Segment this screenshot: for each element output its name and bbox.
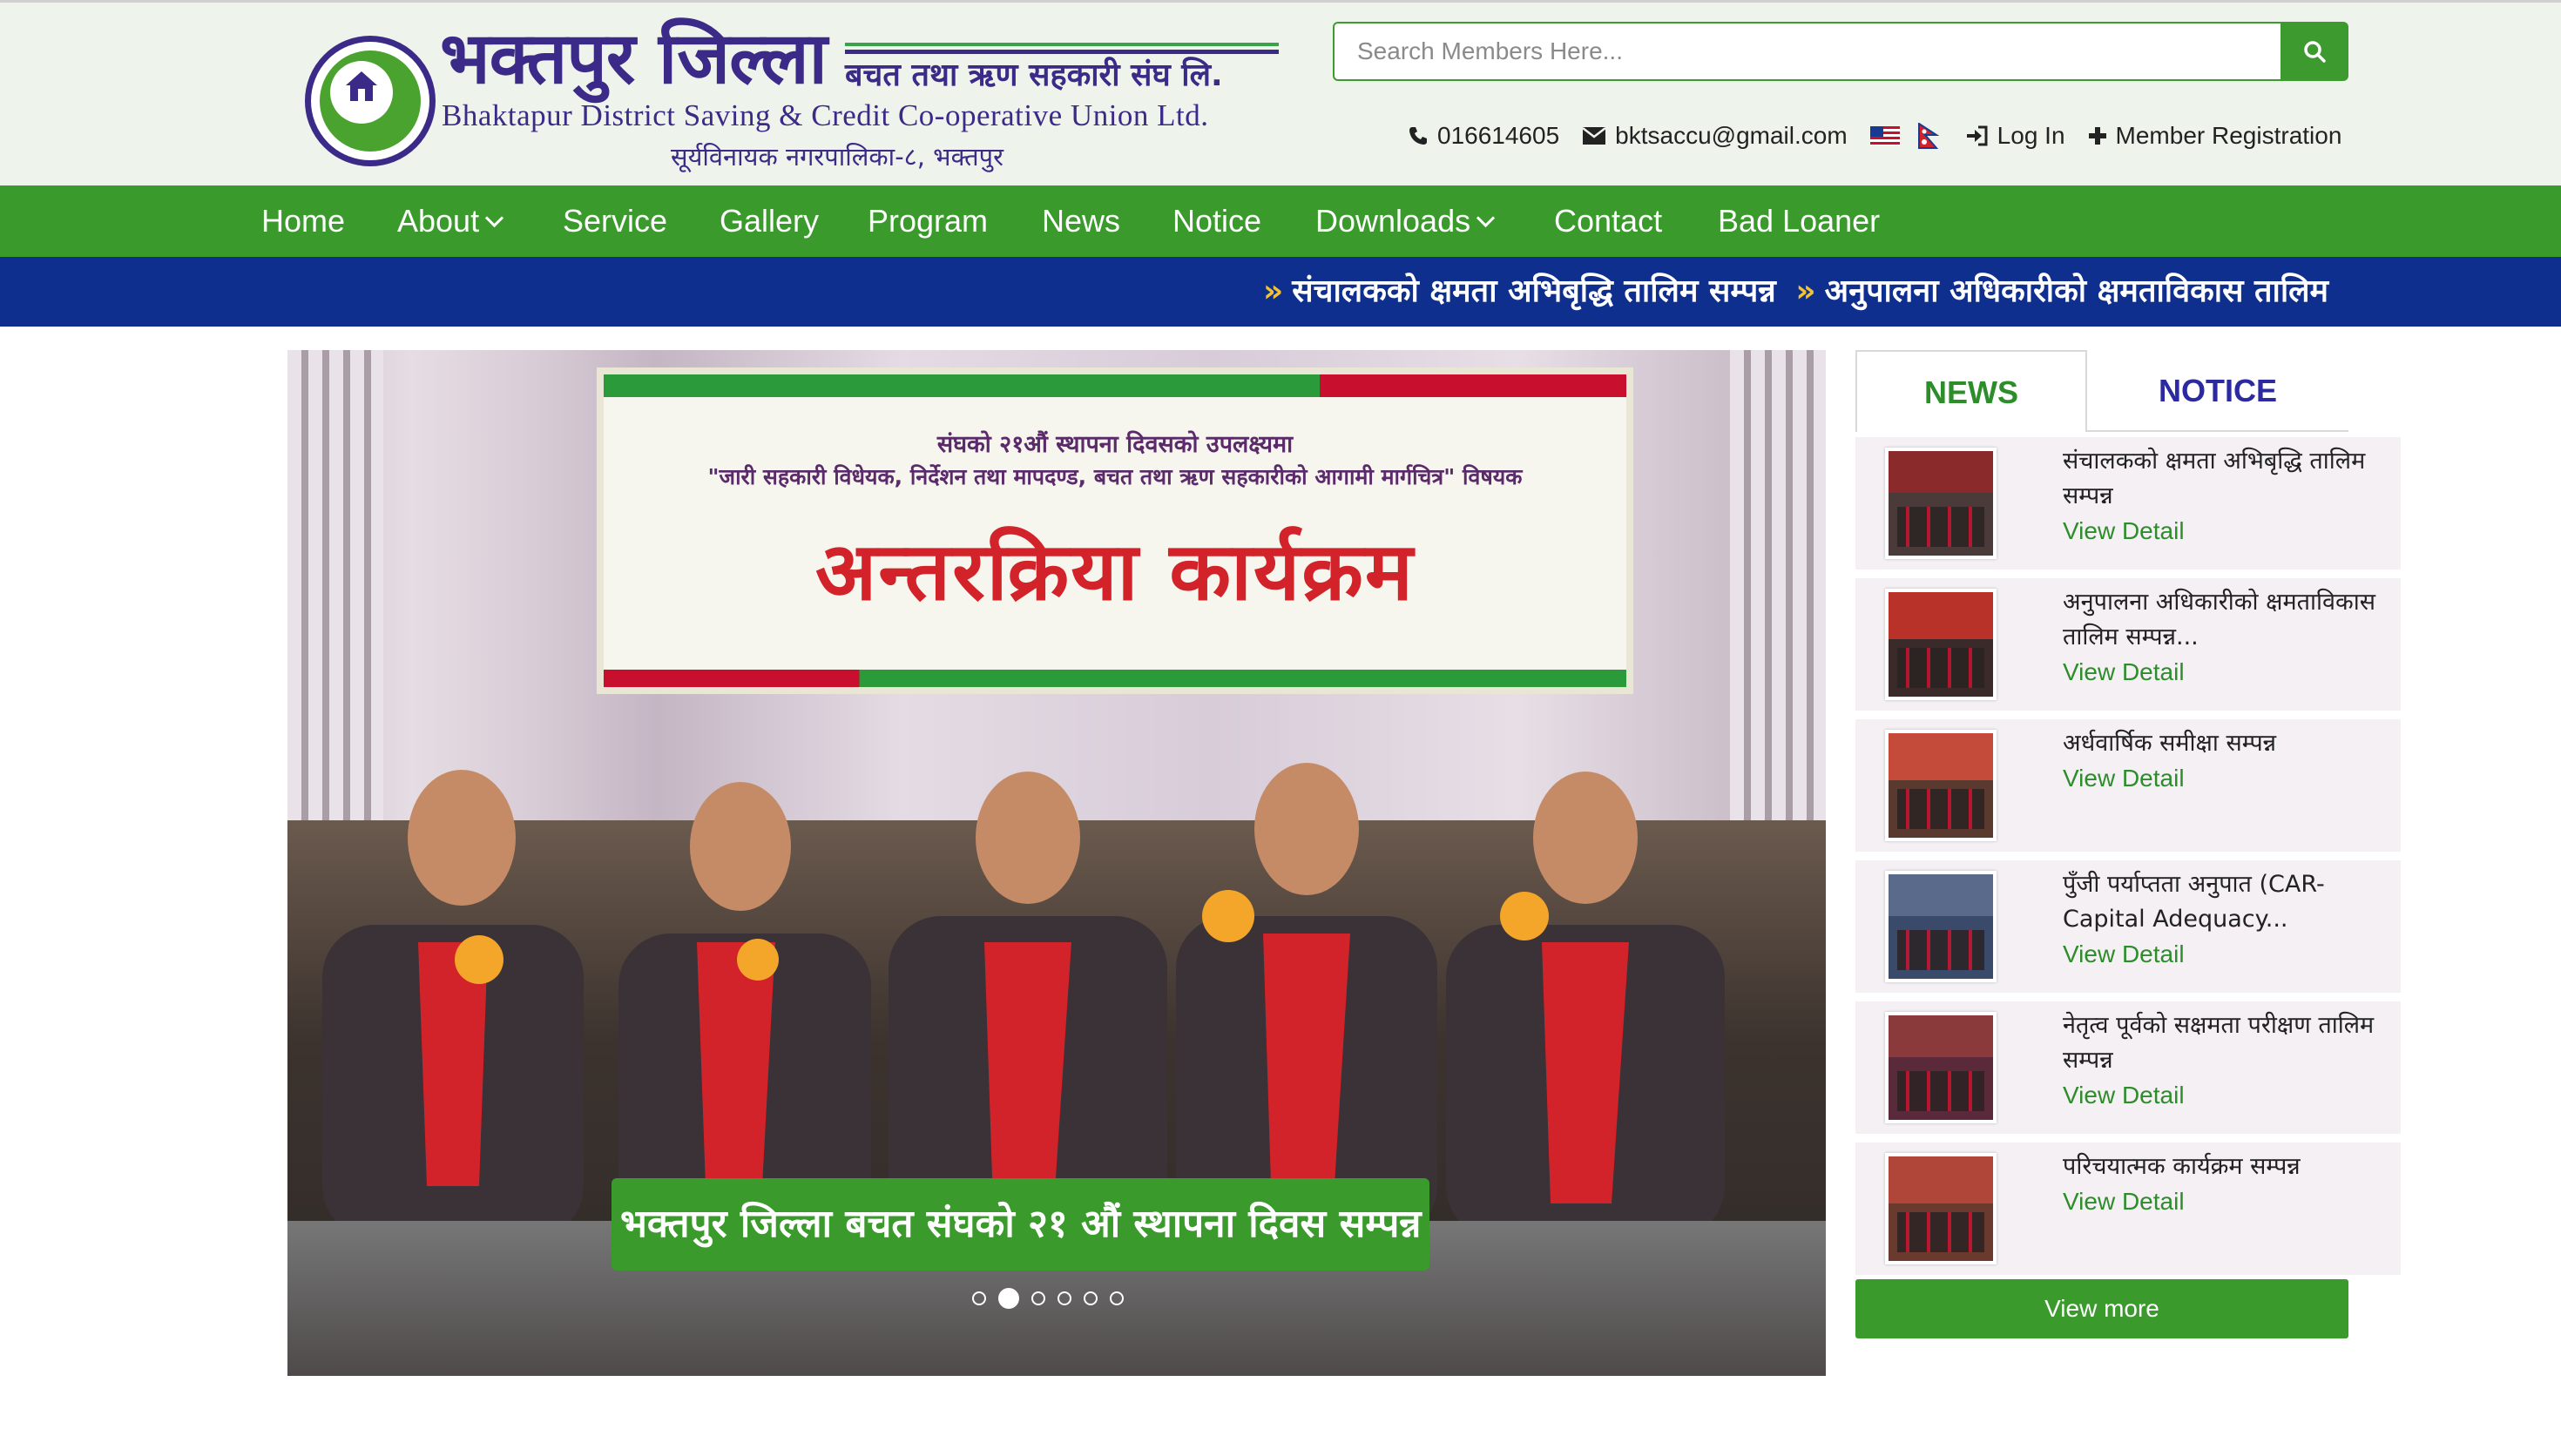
brand-name-english: Bhaktapur District Saving & Credit Co-op… [442,98,1209,132]
image-slider[interactable]: संघको २१औं स्थापना दिवसको उपलक्ष्यमा "जा… [287,350,1826,1376]
email-address: bktsaccu@gmail.com [1615,122,1848,149]
chevron-down-icon [1476,208,1496,228]
double-chevron-icon: » [1795,273,1816,309]
search-button[interactable] [2281,22,2348,81]
english-flag-icon[interactable] [1869,126,1900,145]
news-item: संचालकको क्षमता अभिबृद्धि तालिम सम्पन्न … [1855,437,2401,570]
slider-dot[interactable] [972,1291,986,1305]
view-detail-link[interactable]: View Detail [2063,1188,2185,1216]
nav-home[interactable]: Home [261,185,345,257]
phone-icon [1409,127,1427,145]
slider-dot[interactable] [1058,1291,1071,1305]
main-navigation: Home About Service Gallery Program News … [0,185,2561,257]
news-thumbnail[interactable] [1885,1012,1997,1123]
news-thumbnail[interactable] [1885,448,1997,559]
view-detail-link[interactable]: View Detail [2063,765,2185,792]
site-header: भक्तपुर जिल्ला बचत तथा ऋण सहकारी संघ लि.… [0,3,2561,185]
view-detail-link[interactable]: View Detail [2063,1082,2185,1109]
slider-dot-active[interactable] [998,1288,1019,1309]
view-detail-link[interactable]: View Detail [2063,517,2185,545]
nav-service[interactable]: Service [563,185,667,257]
news-title[interactable]: नेतृत्व पूर्वको सक्षमता परीक्षण तालिम सम… [2063,1008,2394,1078]
member-registration-link[interactable]: Member Registration [2088,122,2342,150]
tab-notice[interactable]: NOTICE [2087,350,2348,432]
brand-name-nepali: भक्तपुर जिल्ला [440,17,828,100]
nav-downloads[interactable]: Downloads [1315,185,1496,257]
nav-program[interactable]: Program [868,185,988,257]
ticker-content: » संचालकको क्षमता अभिबृद्धि तालिम सम्पन्न… [1254,257,2328,327]
news-item: अनुपालना अधिकारीको क्षमताविकास तालिम सम्… [1855,578,2401,711]
nav-bad-loaner[interactable]: Bad Loaner [1718,185,1880,257]
news-list: संचालकको क्षमता अभिबृद्धि तालिम सम्पन्न … [1855,437,2401,1284]
nav-contact[interactable]: Contact [1554,185,1662,257]
view-more-button[interactable]: View more [1855,1279,2348,1338]
envelope-icon [1582,127,1606,145]
contact-bar: 016614605 bktsaccu@gmail.com Log In Memb… [1408,114,2341,158]
nepali-flag-icon[interactable] [1917,123,1940,149]
nav-notice[interactable]: Notice [1172,185,1261,257]
phone-contact[interactable]: 016614605 [1408,122,1559,150]
plus-icon [2088,127,2106,145]
slide-caption[interactable]: भक्तपुर जिल्ला बचत संघको २१ औं स्थापना द… [612,1178,1430,1271]
news-thumbnail[interactable] [1885,871,1997,982]
login-link[interactable]: Log In [1966,122,2065,150]
brand-subtitle-nepali: बचत तथा ऋण सहकारी संघ लि. [845,43,1279,98]
news-title[interactable]: अनुपालना अधिकारीको क्षमताविकास तालिम सम्… [2063,585,2394,655]
slider-dot[interactable] [1110,1291,1124,1305]
slider-dot[interactable] [1084,1291,1098,1305]
member-search [1333,22,2348,81]
union-logo[interactable] [305,36,436,166]
slider-pagination [972,1288,1136,1309]
email-contact[interactable]: bktsaccu@gmail.com [1582,122,1848,150]
news-title[interactable]: संचालकको क्षमता अभिबृद्धि तालिम सम्पन्न [2063,444,2394,514]
news-thumbnail[interactable] [1885,589,1997,700]
news-ticker: » संचालकको क्षमता अभिबृद्धि तालिम सम्पन्न… [0,257,2561,327]
nav-news[interactable]: News [1042,185,1120,257]
nav-about[interactable]: About [397,185,504,257]
news-title[interactable]: परिचयात्मक कार्यक्रम सम्पन्न [2063,1149,2394,1184]
news-thumbnail[interactable] [1885,1153,1997,1264]
phone-number: 016614605 [1437,122,1560,149]
slider-dot[interactable] [1031,1291,1045,1305]
news-item: परिचयात्मक कार्यक्रम सम्पन्न View Detail [1855,1143,2401,1275]
news-thumbnail[interactable] [1885,730,1997,841]
ticker-item[interactable]: अनुपालना अधिकारीको क्षमताविकास तालिम [1825,273,2328,309]
sign-in-icon [1966,125,1988,146]
news-item: पुँजी पर्याप्तता अनुपात (CAR-Capital Ade… [1855,860,2401,993]
news-title[interactable]: पुँजी पर्याप्तता अनुपात (CAR-Capital Ade… [2063,867,2394,937]
news-item: अर्धवार्षिक समीक्षा सम्पन्न View Detail [1855,719,2401,852]
member-registration-label: Member Registration [2115,122,2342,149]
nav-gallery[interactable]: Gallery [720,185,819,257]
tab-news[interactable]: NEWS [1855,350,2087,432]
view-detail-link[interactable]: View Detail [2063,940,2185,968]
chevron-down-icon [484,208,504,228]
view-detail-link[interactable]: View Detail [2063,658,2185,686]
double-chevron-icon: » [1263,273,1284,309]
login-label: Log In [1997,122,2065,149]
brand-address: सूर्यविनायक नगरपालिका-८, भक्तपुर [671,142,1003,172]
house-hands-icon [346,71,377,101]
panel-tabs: NEWS NOTICE [1855,350,2348,432]
ticker-item[interactable]: संचालकको क्षमता अभिबृद्धि तालिम सम्पन्न [1292,273,1776,309]
news-title[interactable]: अर्धवार्षिक समीक्षा सम्पन्न [2063,726,2394,761]
search-input[interactable] [1333,22,2281,81]
news-item: नेतृत्व पूर्वको सक्षमता परीक्षण तालिम सम… [1855,1001,2401,1134]
search-icon [2304,41,2326,63]
